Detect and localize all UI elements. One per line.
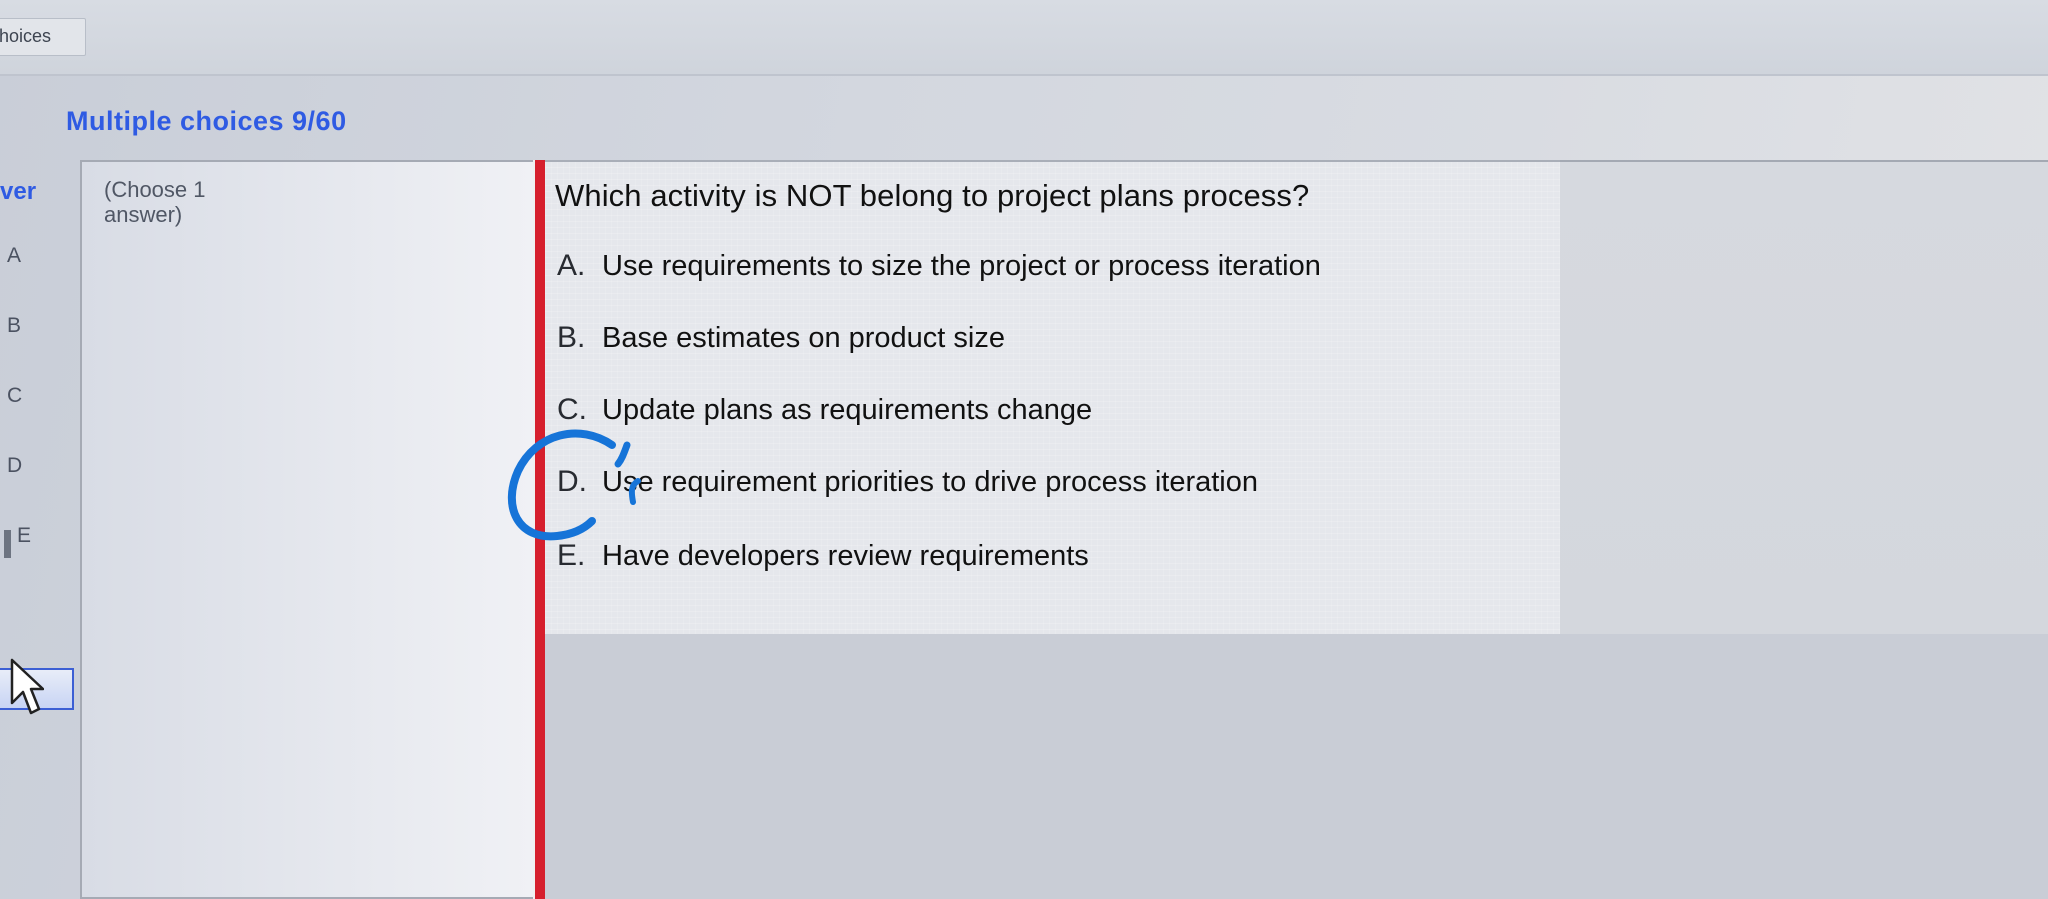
option-text: Base estimates on product size [602, 321, 1005, 354]
option-text: Have developers review requirements [602, 539, 1089, 572]
tab-label: hoices [0, 26, 52, 46]
option-b[interactable]: B. Base estimates on product size [557, 316, 1517, 360]
lower-background [545, 634, 2048, 899]
tab-choices[interactable]: hoices [0, 18, 86, 56]
answer-choice-d[interactable]: D [7, 454, 22, 478]
answer-rail: ver A B C D E [0, 160, 72, 899]
question-panel: Which activity is NOT belong to project … [545, 160, 1560, 634]
answer-choice-e-marker [4, 530, 11, 558]
option-e[interactable]: E. Have developers review requirements [557, 534, 1517, 578]
question-text: Which activity is NOT belong to project … [555, 178, 1310, 213]
answer-choice-b[interactable]: B [7, 314, 21, 338]
option-text: Update plans as requirements change [602, 393, 1093, 426]
option-text: Use requirements to size the project or … [602, 249, 1321, 282]
answer-choice-c[interactable]: C [7, 384, 22, 408]
option-letter: B. [557, 321, 586, 354]
option-text: Use requirement priorities to drive proc… [602, 465, 1258, 498]
option-a[interactable]: A. Use requirements to size the project … [557, 244, 1517, 288]
mouse-pointer-icon [10, 658, 44, 715]
instructions-panel: (Choose 1 answer) [80, 160, 533, 899]
instructions-text: (Choose 1 answer) [104, 177, 206, 227]
answer-choice-e[interactable]: E [17, 524, 31, 548]
option-letter: D. [557, 465, 587, 498]
tab-strip: hoices [0, 0, 2048, 76]
question-divider [533, 160, 545, 899]
answer-rail-header: ver [0, 178, 37, 205]
answer-choice-a[interactable]: A [7, 244, 21, 268]
option-letter: C. [557, 393, 587, 426]
option-d[interactable]: D. Use requirement priorities to drive p… [557, 460, 1517, 504]
option-letter: A. [557, 249, 586, 282]
option-c[interactable]: C. Update plans as requirements change [557, 388, 1517, 432]
page-title: Multiple choices 9/60 [66, 106, 347, 136]
option-letter: E. [557, 539, 586, 572]
right-side-panel [1560, 160, 2048, 634]
